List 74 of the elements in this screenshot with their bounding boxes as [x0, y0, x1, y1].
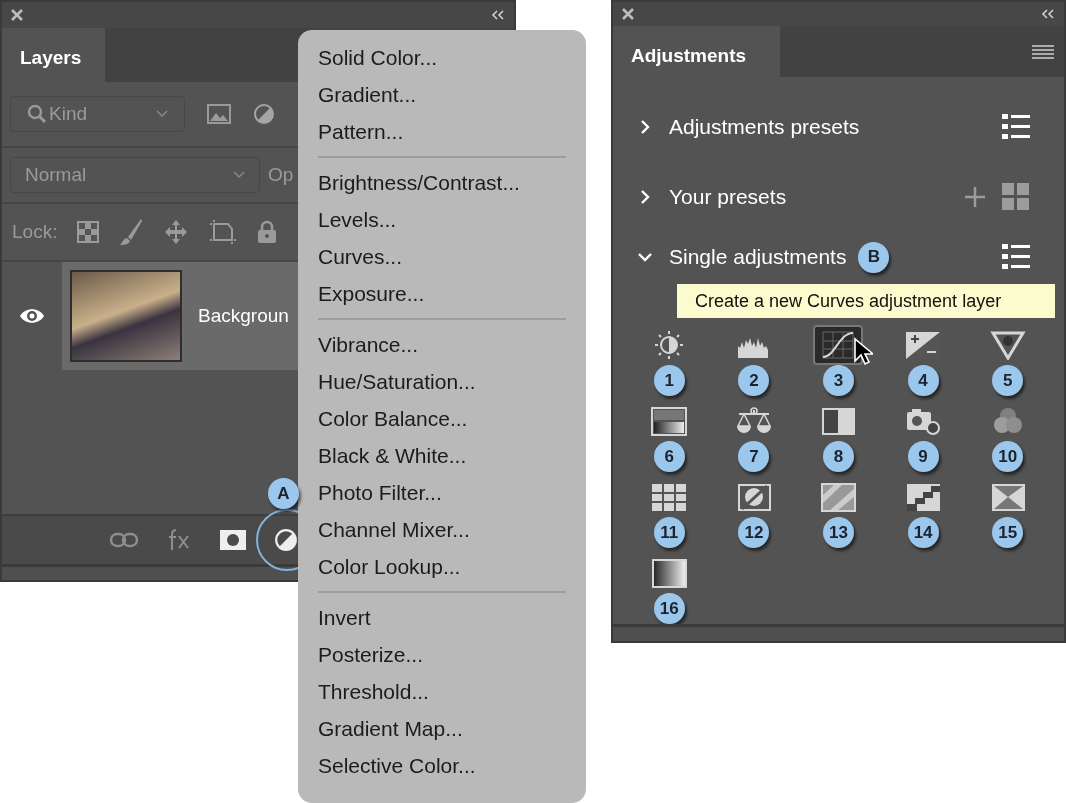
opacity-label: Op: [268, 162, 294, 187]
half-square-icon: [819, 406, 858, 437]
checkerboard-icon[interactable]: [77, 221, 100, 243]
menu-item[interactable]: Threshold...: [318, 673, 566, 710]
callout-badge: 16: [653, 593, 685, 625]
gradient-square-icon: [650, 558, 689, 589]
callout-badge: B: [858, 241, 890, 273]
fx-icon[interactable]: [166, 528, 192, 552]
panel-tab[interactable]: Adjustments: [613, 26, 780, 78]
menu-item[interactable]: Black & White...: [318, 437, 566, 474]
menu-item[interactable]: Brightness/Contrast...: [318, 164, 566, 201]
callout-badge: 5: [992, 365, 1024, 397]
menu-item[interactable]: Solid Color...: [318, 39, 566, 76]
callout-badge: 6: [653, 441, 685, 473]
menu-item[interactable]: Channel Mixer...: [318, 511, 566, 548]
lock-label: Lock:: [12, 219, 58, 244]
artboard-icon[interactable]: [209, 219, 238, 245]
collapse-icon[interactable]: [491, 10, 505, 20]
menu-item[interactable]: Levels...: [318, 201, 566, 238]
section-title[interactable]: Your presets: [669, 181, 787, 213]
diagonal-stripes-icon: [819, 482, 858, 513]
menu-item[interactable]: Invert: [318, 599, 566, 636]
menu-item[interactable]: Color Balance...: [318, 400, 566, 437]
plus-icon[interactable]: [964, 186, 986, 209]
list-view-icon[interactable]: [1002, 114, 1030, 141]
gradient-bars-icon: [650, 406, 689, 437]
layer-name: Backgroun: [198, 303, 289, 328]
menu-icon[interactable]: [1032, 44, 1054, 59]
image-icon[interactable]: [207, 104, 231, 124]
callout-badge: 15: [992, 517, 1024, 549]
move-arrows-icon[interactable]: [163, 219, 190, 245]
menu-item[interactable]: Pattern...: [318, 113, 566, 150]
search-icon: [27, 104, 47, 124]
chevron-down-icon: [156, 110, 168, 118]
link-icon[interactable]: [110, 532, 138, 548]
callout-badge: 3: [823, 365, 854, 397]
menu-item[interactable]: Gradient Map...: [318, 710, 566, 747]
menu-item[interactable]: Color Lookup...: [318, 548, 566, 585]
callout-badge: 11: [653, 517, 685, 549]
callout-badge: 14: [907, 517, 939, 549]
lock-icon[interactable]: [257, 220, 278, 244]
callout-badge: 2: [738, 365, 770, 397]
mask-icon[interactable]: [220, 530, 246, 550]
list-view-icon[interactable]: [1002, 244, 1030, 271]
callout-badge: 10: [992, 441, 1024, 473]
menu-item[interactable]: Posterize...: [318, 636, 566, 673]
camera-filter-icon: [904, 406, 943, 437]
menu-item[interactable]: Selective Color...: [318, 747, 566, 784]
callout-badge: 12: [738, 517, 770, 549]
menu-item[interactable]: Gradient...: [318, 76, 566, 113]
callout-badge: 7: [738, 441, 770, 473]
grid-table-icon: [650, 482, 689, 513]
callout-badge: 13: [823, 517, 854, 549]
brush-icon[interactable]: [119, 218, 144, 246]
mouse-pointer-icon: [853, 337, 873, 367]
section-title[interactable]: Single adjustments: [669, 241, 847, 273]
close-icon[interactable]: [622, 8, 634, 21]
stair-steps-icon: [904, 482, 943, 513]
panel-tab[interactable]: Layers: [2, 28, 105, 82]
callout-badge: 8: [823, 441, 854, 473]
callout-badge: 4: [907, 365, 939, 397]
tooltip: Create a new Curves adjustment layer: [677, 284, 1055, 318]
close-icon[interactable]: [11, 9, 23, 21]
resize-handle-bar[interactable]: [613, 624, 1064, 641]
grid-view-icon[interactable]: [1002, 183, 1030, 212]
collapse-icon[interactable]: [1041, 9, 1055, 20]
eye-icon[interactable]: [19, 307, 45, 325]
chevron-down-icon: [233, 171, 245, 179]
callout-badge: 9: [907, 441, 939, 473]
half-circle-icon[interactable]: [253, 103, 275, 125]
menu-item[interactable]: Photo Filter...: [318, 474, 566, 511]
section-title[interactable]: Adjustments presets: [669, 111, 860, 143]
callout-badge: 1: [653, 365, 685, 397]
triangle-icon: [988, 330, 1027, 361]
